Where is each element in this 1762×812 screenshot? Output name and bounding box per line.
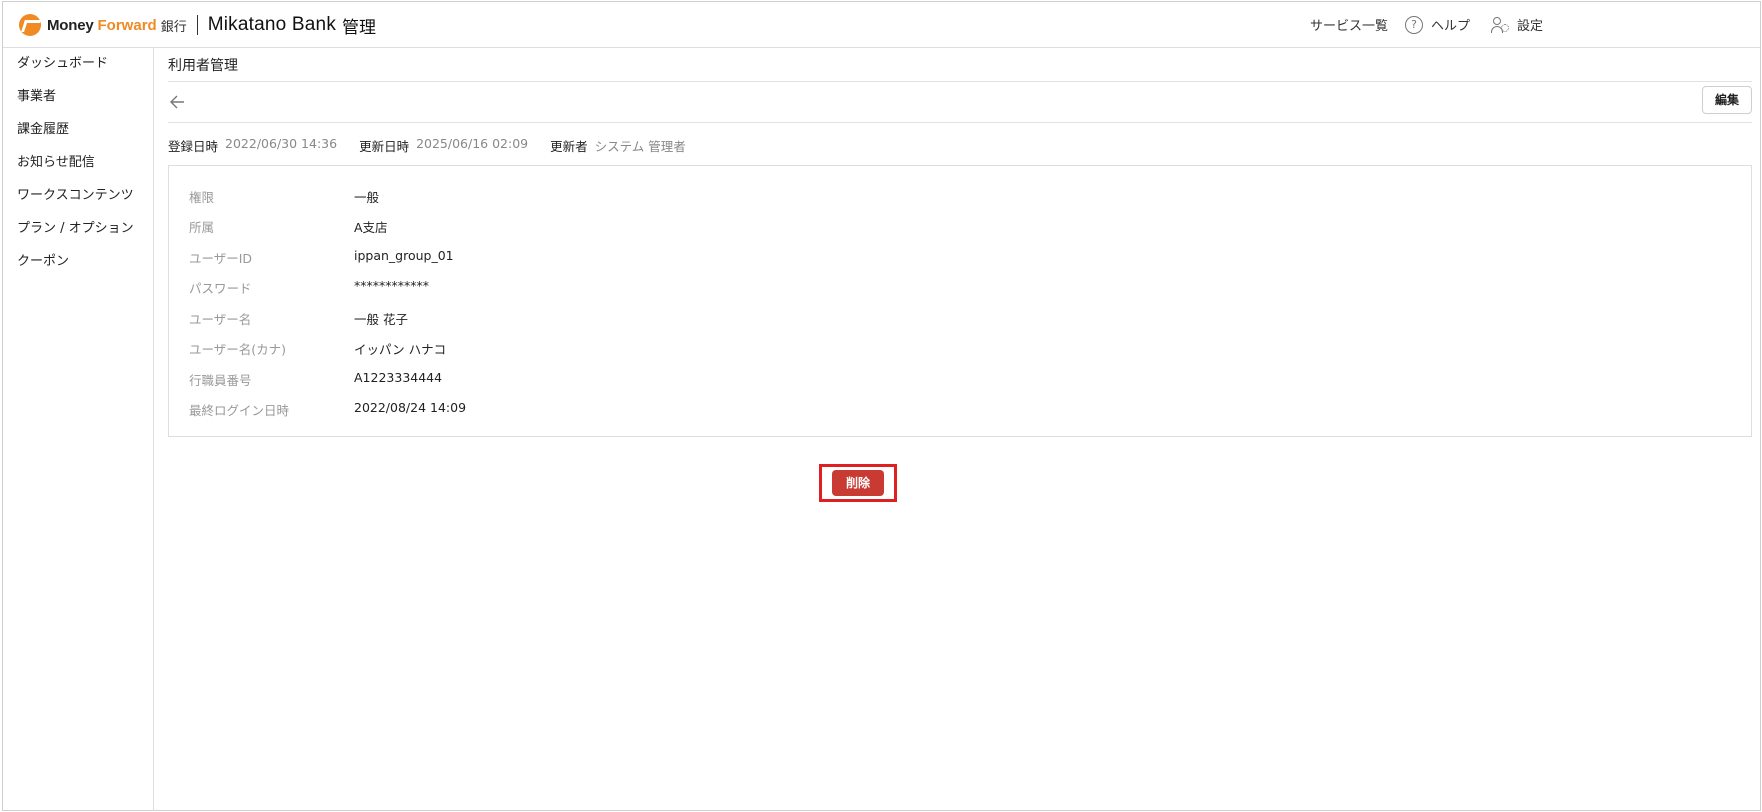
- logo-divider: [196, 15, 198, 35]
- delete-button-highlight: 削除: [819, 464, 897, 502]
- service-list-menu[interactable]: サービス一覧: [1286, 15, 1388, 34]
- detail-value-employee-number: A1223334444: [354, 370, 443, 385]
- divider: [168, 122, 1752, 123]
- detail-label-user-name: ユーザー名: [189, 312, 252, 327]
- detail-label-role: 権限: [189, 190, 215, 205]
- main-content: 利用者管理 編集 登録日時 2022/06/30 14:36 更新日時 2025…: [155, 48, 1760, 810]
- user-detail-panel: 権限 一般 所属 A支店 ユーザーID ippan_group_01 パスワード…: [168, 165, 1752, 437]
- user-settings-icon: [1491, 16, 1509, 34]
- detail-value-password: ************: [354, 278, 429, 293]
- edit-button[interactable]: 編集: [1702, 86, 1752, 114]
- settings-menu[interactable]: 設定: [1491, 15, 1543, 34]
- sidebar-item-dashboard[interactable]: ダッシュボード: [17, 52, 108, 71]
- delete-button[interactable]: 削除: [832, 470, 884, 496]
- logo-product-text: Mikatano Bank: [208, 14, 336, 36]
- sidebar-nav: ダッシュボード 事業者 課金履歴 お知らせ配信 ワークスコンテンツ プラン / …: [3, 48, 154, 811]
- logo-mikatano: Mikatano: [207, 14, 287, 35]
- logo-money-text: Money: [47, 16, 94, 34]
- sidebar-item-plan-options[interactable]: プラン / オプション: [17, 217, 134, 236]
- detail-label-last-login: 最終ログイン日時: [189, 403, 290, 418]
- detail-label-user-id: ユーザーID: [189, 251, 253, 266]
- apps-grid-icon: [1286, 17, 1302, 33]
- sidebar-item-billing-history[interactable]: 課金履歴: [17, 118, 69, 137]
- sidebar-item-works-contents[interactable]: ワークスコンテンツ: [17, 184, 134, 203]
- divider: [168, 81, 1752, 82]
- detail-label-password: パスワード: [189, 281, 252, 296]
- detail-value-last-login: 2022/08/24 14:09: [354, 400, 467, 415]
- detail-value-user-id: ippan_group_01: [354, 248, 454, 263]
- logo-bank: Bank: [291, 14, 337, 35]
- detail-value-user-name: 一般 花子: [354, 312, 408, 327]
- settings-label: 設定: [1517, 19, 1544, 34]
- logo-ginko-text: 銀行: [160, 19, 187, 35]
- detail-value-role: 一般: [354, 190, 380, 205]
- registered-label: 登録日時: [168, 139, 219, 154]
- registered-value: 2022/06/30 14:36: [225, 136, 338, 151]
- page-title: 利用者管理: [168, 58, 238, 74]
- detail-label-branch: 所属: [189, 220, 215, 235]
- updater-value: システム 管理者: [594, 139, 686, 154]
- detail-value-user-name-kana: イッパン ハナコ: [354, 342, 447, 357]
- detail-label-user-name-kana: ユーザー名(カナ): [189, 342, 287, 357]
- sidebar-item-coupon[interactable]: クーポン: [17, 250, 69, 269]
- service-list-label: サービス一覧: [1310, 19, 1389, 34]
- money-forward-logo-icon: [19, 14, 41, 36]
- updated-label: 更新日時: [359, 139, 410, 154]
- updater-label: 更新者: [550, 139, 588, 154]
- brand-logo[interactable]: Money Forward 銀行 Mikatano Bank 管理: [19, 14, 377, 38]
- help-label: ヘルプ: [1431, 19, 1471, 34]
- record-meta: 登録日時 2022/06/30 14:36 更新日時 2025/06/16 02…: [168, 136, 708, 155]
- top-header: Money Forward 銀行 Mikatano Bank 管理 サービス一覧…: [3, 2, 1760, 48]
- updated-value: 2025/06/16 02:09: [416, 136, 529, 151]
- sidebar-item-notifications[interactable]: お知らせ配信: [17, 151, 95, 170]
- help-circle-icon: ?: [1405, 15, 1423, 34]
- back-arrow-icon[interactable]: [169, 91, 191, 113]
- logo-forward-text: Forward: [97, 16, 157, 34]
- sidebar-item-businesses[interactable]: 事業者: [17, 85, 56, 104]
- logo-kanri-text: 管理: [342, 17, 377, 38]
- detail-label-employee-number: 行職員番号: [189, 373, 252, 388]
- app-window: Money Forward 銀行 Mikatano Bank 管理 サービス一覧…: [2, 1, 1761, 811]
- detail-value-branch: A支店: [354, 220, 388, 235]
- help-menu[interactable]: ? ヘルプ: [1405, 15, 1470, 34]
